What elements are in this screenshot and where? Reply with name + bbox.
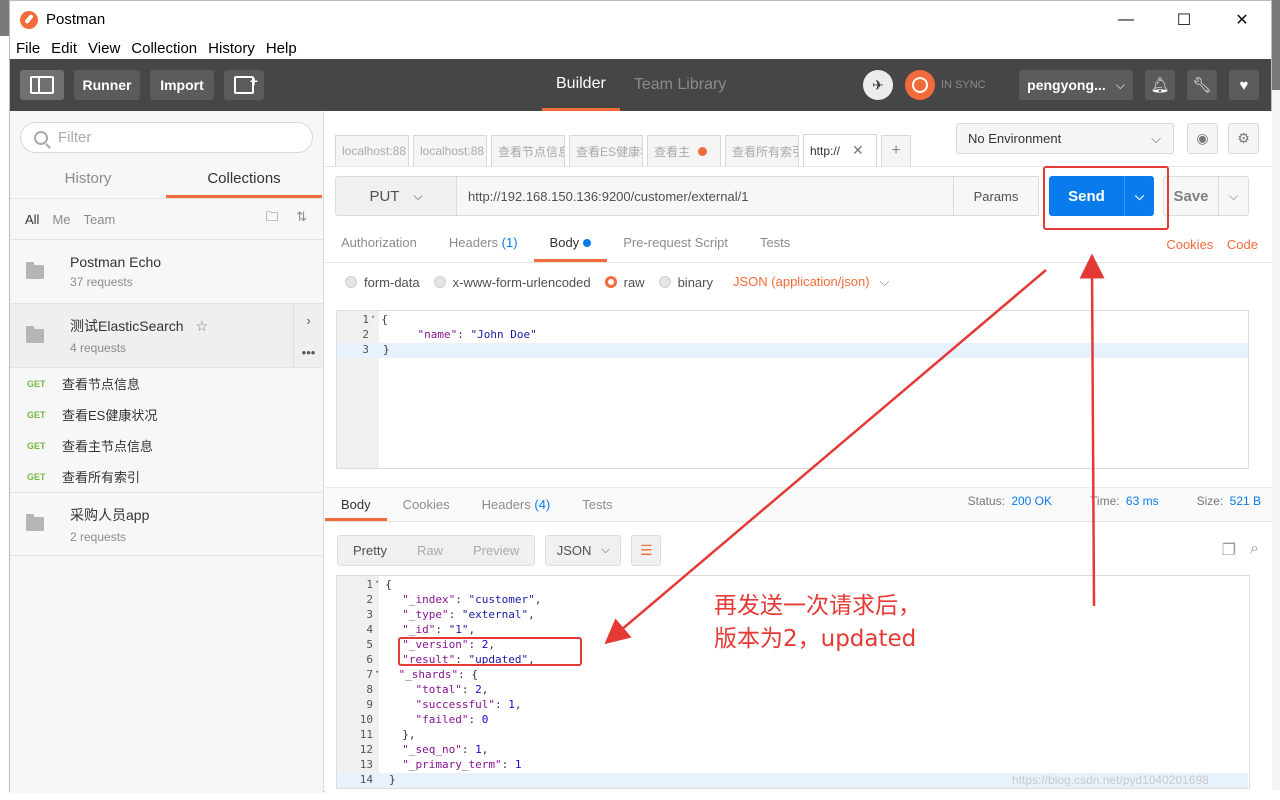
arrow-to-version <box>604 269 1047 645</box>
arrow-to-send <box>1079 253 1105 607</box>
watermark: https://blog.csdn.net/pyd1040201698 <box>1012 773 1209 787</box>
annotation-text: 再发送一次请求后， 版本为2，updated <box>714 593 921 652</box>
annotation-arrows <box>604 253 1105 645</box>
